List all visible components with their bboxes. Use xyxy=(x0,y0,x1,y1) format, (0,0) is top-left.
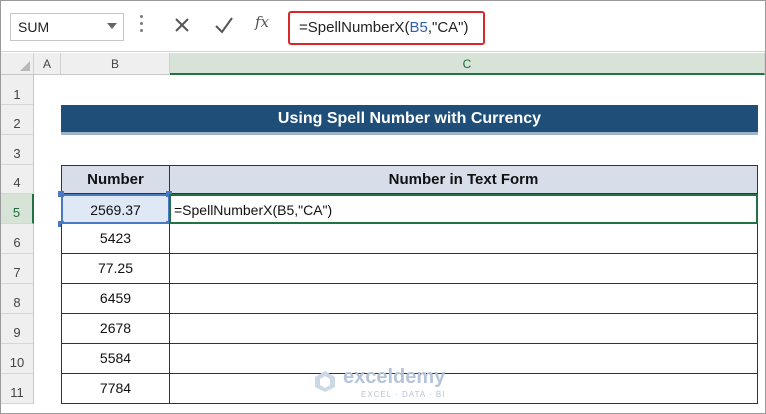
more-options-icon[interactable] xyxy=(140,15,144,37)
exceldemy-watermark: exceldemy EXCEL · DATA · BI xyxy=(313,365,483,401)
table-header-text-form[interactable]: Number in Text Form xyxy=(169,165,758,194)
cell-c7[interactable] xyxy=(169,254,758,284)
formula-input[interactable]: =SpellNumberX(B5,"CA") xyxy=(288,11,485,45)
row-header-2[interactable]: 2 xyxy=(1,105,34,135)
watermark-tagline: EXCEL · DATA · BI xyxy=(361,390,446,399)
cell-b8[interactable]: 6459 xyxy=(61,284,170,314)
chevron-down-icon[interactable] xyxy=(107,23,117,29)
close-icon[interactable] xyxy=(171,14,193,36)
insert-function-icon[interactable]: fx xyxy=(255,13,269,31)
selection-handle[interactable] xyxy=(58,191,64,197)
cell-b7[interactable]: 77.25 xyxy=(61,254,170,284)
name-box[interactable]: SUM xyxy=(10,13,124,41)
select-all-corner[interactable] xyxy=(1,53,34,75)
row-header-8[interactable]: 8 xyxy=(1,284,34,314)
row-header-1[interactable]: 1 xyxy=(1,75,34,105)
cell-b11[interactable]: 7784 xyxy=(61,374,170,404)
name-box-value: SUM xyxy=(18,19,50,35)
row-header-11[interactable]: 11 xyxy=(1,374,34,404)
cell-c9[interactable] xyxy=(169,314,758,344)
cell-b9[interactable]: 2678 xyxy=(61,314,170,344)
watermark-name: exceldemy xyxy=(343,366,446,388)
column-header-b[interactable]: B xyxy=(61,53,170,75)
column-header-a[interactable]: A xyxy=(34,53,61,75)
row-header-9[interactable]: 9 xyxy=(1,314,34,344)
row-header-10[interactable]: 10 xyxy=(1,344,34,374)
cell-c8[interactable] xyxy=(169,284,758,314)
sheet-title[interactable]: Using Spell Number with Currency xyxy=(61,105,758,135)
exceldemy-logo-icon xyxy=(315,371,335,392)
cell-c5-editing[interactable]: =SpellNumberX(B5,"CA") xyxy=(169,194,758,224)
cell-c6[interactable] xyxy=(169,224,758,254)
column-header-c[interactable]: C xyxy=(170,53,765,75)
formula-bar: SUM fx =SpellNumberX(B5,"CA") xyxy=(1,1,765,52)
row-header-4[interactable]: 4 xyxy=(1,165,34,194)
row-header-5[interactable]: 5 xyxy=(1,194,34,224)
cell-b10[interactable]: 5584 xyxy=(61,344,170,374)
cell-b6[interactable]: 5423 xyxy=(61,224,170,254)
table-header-number[interactable]: Number xyxy=(61,165,170,194)
row-header-7[interactable]: 7 xyxy=(1,254,34,284)
row-header-6[interactable]: 6 xyxy=(1,224,34,254)
checkmark-icon[interactable] xyxy=(213,14,235,36)
cell-b5[interactable]: 2569.37 xyxy=(61,194,170,224)
excel-window: SUM fx =SpellNumberX(B5,"CA") A B C 1 2 … xyxy=(0,0,766,414)
formula-text: =SpellNumberX(B5,"CA") xyxy=(299,19,469,36)
row-header-3[interactable]: 3 xyxy=(1,135,34,165)
